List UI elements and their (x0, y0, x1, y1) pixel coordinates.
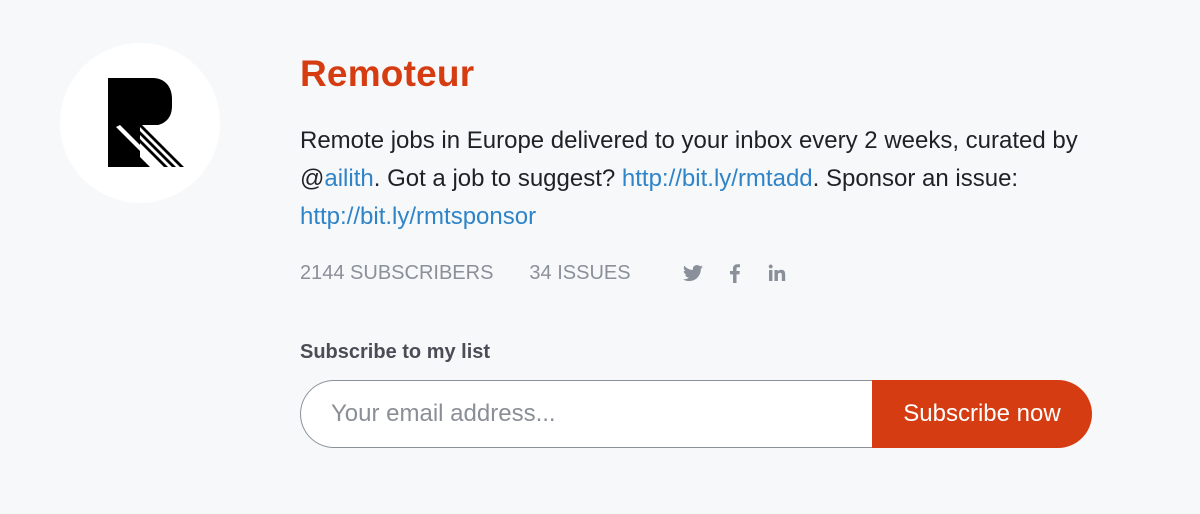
email-input[interactable] (300, 380, 872, 448)
newsletter-profile-page: Remoteur Remote jobs in Europe delivered… (0, 0, 1200, 514)
description-text-2: . Got a job to suggest? (373, 165, 622, 192)
newsletter-description: Remote jobs in Europe delivered to your … (300, 122, 1100, 236)
issue-count: 34 ISSUES (529, 261, 631, 284)
sponsor-link[interactable]: http://bit.ly/rmtsponsor (300, 203, 536, 230)
subscribe-button[interactable]: Subscribe now (872, 380, 1092, 448)
description-text-3: . Sponsor an issue: (812, 165, 1019, 192)
twitter-icon[interactable] (681, 261, 705, 285)
subscriber-count: 2144 SUBSCRIBERS (300, 261, 494, 284)
facebook-icon[interactable] (723, 261, 747, 285)
profile-content: Remoteur Remote jobs in Europe delivered… (300, 50, 1120, 448)
subscribe-heading: Subscribe to my list (300, 341, 491, 363)
remoteur-logo-icon (108, 78, 184, 167)
avatar (60, 43, 220, 203)
stats-row: 2144 SUBSCRIBERS 34 ISSUES (300, 258, 1120, 288)
suggest-job-link[interactable]: http://bit.ly/rmtadd (622, 165, 813, 192)
subscribe-form: Subscribe now (300, 380, 1092, 448)
social-links (681, 261, 807, 285)
author-handle-link[interactable]: ailith (324, 165, 373, 192)
newsletter-title: Remoteur (300, 53, 475, 94)
linkedin-icon[interactable] (765, 261, 789, 285)
